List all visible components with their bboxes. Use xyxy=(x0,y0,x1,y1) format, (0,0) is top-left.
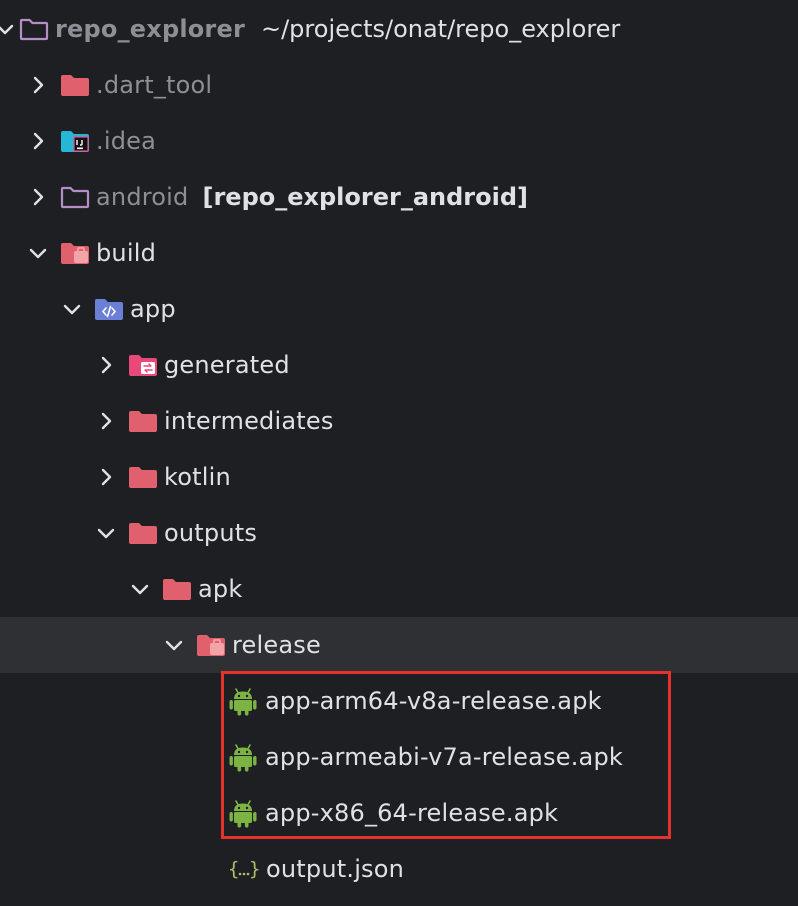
chevron-down-icon[interactable] xyxy=(129,578,151,600)
tree-item-label: release xyxy=(232,631,321,659)
tree-item-label: .dart_tool xyxy=(96,71,213,99)
tree-row-apk[interactable]: apk xyxy=(0,561,798,617)
tree-row-apk-file[interactable]: app-armeabi-v7a-release.apk xyxy=(0,729,798,785)
root-folder-name: repo_explorer xyxy=(55,15,245,43)
tree-row-generated[interactable]: generated xyxy=(0,337,798,393)
tree-item-label: app-armeabi-v7a-release.apk xyxy=(265,743,623,771)
android-icon xyxy=(229,687,259,715)
tree-row-app[interactable]: app xyxy=(0,281,798,337)
tree-row-dart-tool[interactable]: .dart_tool xyxy=(0,57,798,113)
tree-item-label: generated xyxy=(164,351,290,379)
folder-excluded-icon xyxy=(60,239,90,267)
chevron-down-icon[interactable] xyxy=(0,18,16,40)
tree-row-kotlin[interactable]: kotlin xyxy=(0,449,798,505)
tree-row-root[interactable]: repo_explorer ~/projects/onat/repo_explo… xyxy=(0,1,798,57)
chevron-down-icon[interactable] xyxy=(163,634,185,656)
project-tree: repo_explorer ~/projects/onat/repo_explo… xyxy=(0,0,798,906)
folder-red-icon xyxy=(128,463,158,491)
folder-outline-icon xyxy=(19,15,49,43)
tree-row-android[interactable]: android [repo_explorer_android] xyxy=(0,169,798,225)
tree-item-label: android xyxy=(96,183,189,211)
tree-item-label: app-x86_64-release.apk xyxy=(265,799,559,827)
folder-source-icon xyxy=(94,295,124,323)
folder-generated-icon xyxy=(128,351,158,379)
json-icon: { } xyxy=(228,855,260,883)
tree-row-idea[interactable]: .idea xyxy=(0,113,798,169)
chevron-down-icon[interactable] xyxy=(61,298,83,320)
tree-row-release[interactable]: release xyxy=(0,617,798,673)
chevron-right-icon[interactable] xyxy=(27,130,49,152)
tree-item-label: app xyxy=(130,295,176,323)
tree-item-label: app-arm64-v8a-release.apk xyxy=(265,687,602,715)
tree-item-label: intermediates xyxy=(164,407,334,435)
folder-red-icon xyxy=(162,575,192,603)
tree-item-label: .idea xyxy=(96,127,157,155)
folder-red-icon xyxy=(128,407,158,435)
folder-red-icon xyxy=(128,519,158,547)
chevron-right-icon[interactable] xyxy=(95,410,117,432)
folder-red-icon xyxy=(60,71,90,99)
tree-item-label: build xyxy=(96,239,157,267)
chevron-down-icon[interactable] xyxy=(95,522,117,544)
tree-row-output-json[interactable]: { } output.json xyxy=(0,841,798,897)
tree-row-apk-file[interactable]: app-arm64-v8a-release.apk xyxy=(0,673,798,729)
chevron-right-icon[interactable] xyxy=(27,74,49,96)
tree-item-label: outputs xyxy=(164,519,258,547)
tree-row-build[interactable]: build xyxy=(0,225,798,281)
chevron-down-icon[interactable] xyxy=(27,242,49,264)
module-name: [repo_explorer_android] xyxy=(202,183,528,211)
android-icon xyxy=(229,799,259,827)
folder-outline-icon xyxy=(60,183,90,211)
tree-row-intermediates[interactable]: intermediates xyxy=(0,393,798,449)
android-icon xyxy=(229,743,259,771)
chevron-right-icon[interactable] xyxy=(95,466,117,488)
tree-item-label: kotlin xyxy=(164,463,231,491)
tree-row-apk-file[interactable]: app-x86_64-release.apk xyxy=(0,785,798,841)
svg-text:{: { xyxy=(228,858,239,880)
chevron-right-icon[interactable] xyxy=(95,354,117,376)
tree-item-label: output.json xyxy=(266,855,405,883)
idea-folder-icon xyxy=(60,127,90,155)
folder-excluded-icon xyxy=(196,631,226,659)
tree-item-label: apk xyxy=(198,575,243,603)
root-folder-path: ~/projects/onat/repo_explorer xyxy=(260,15,621,43)
chevron-right-icon[interactable] xyxy=(27,186,49,208)
svg-text:}: } xyxy=(249,858,260,880)
tree-row-outputs[interactable]: outputs xyxy=(0,505,798,561)
